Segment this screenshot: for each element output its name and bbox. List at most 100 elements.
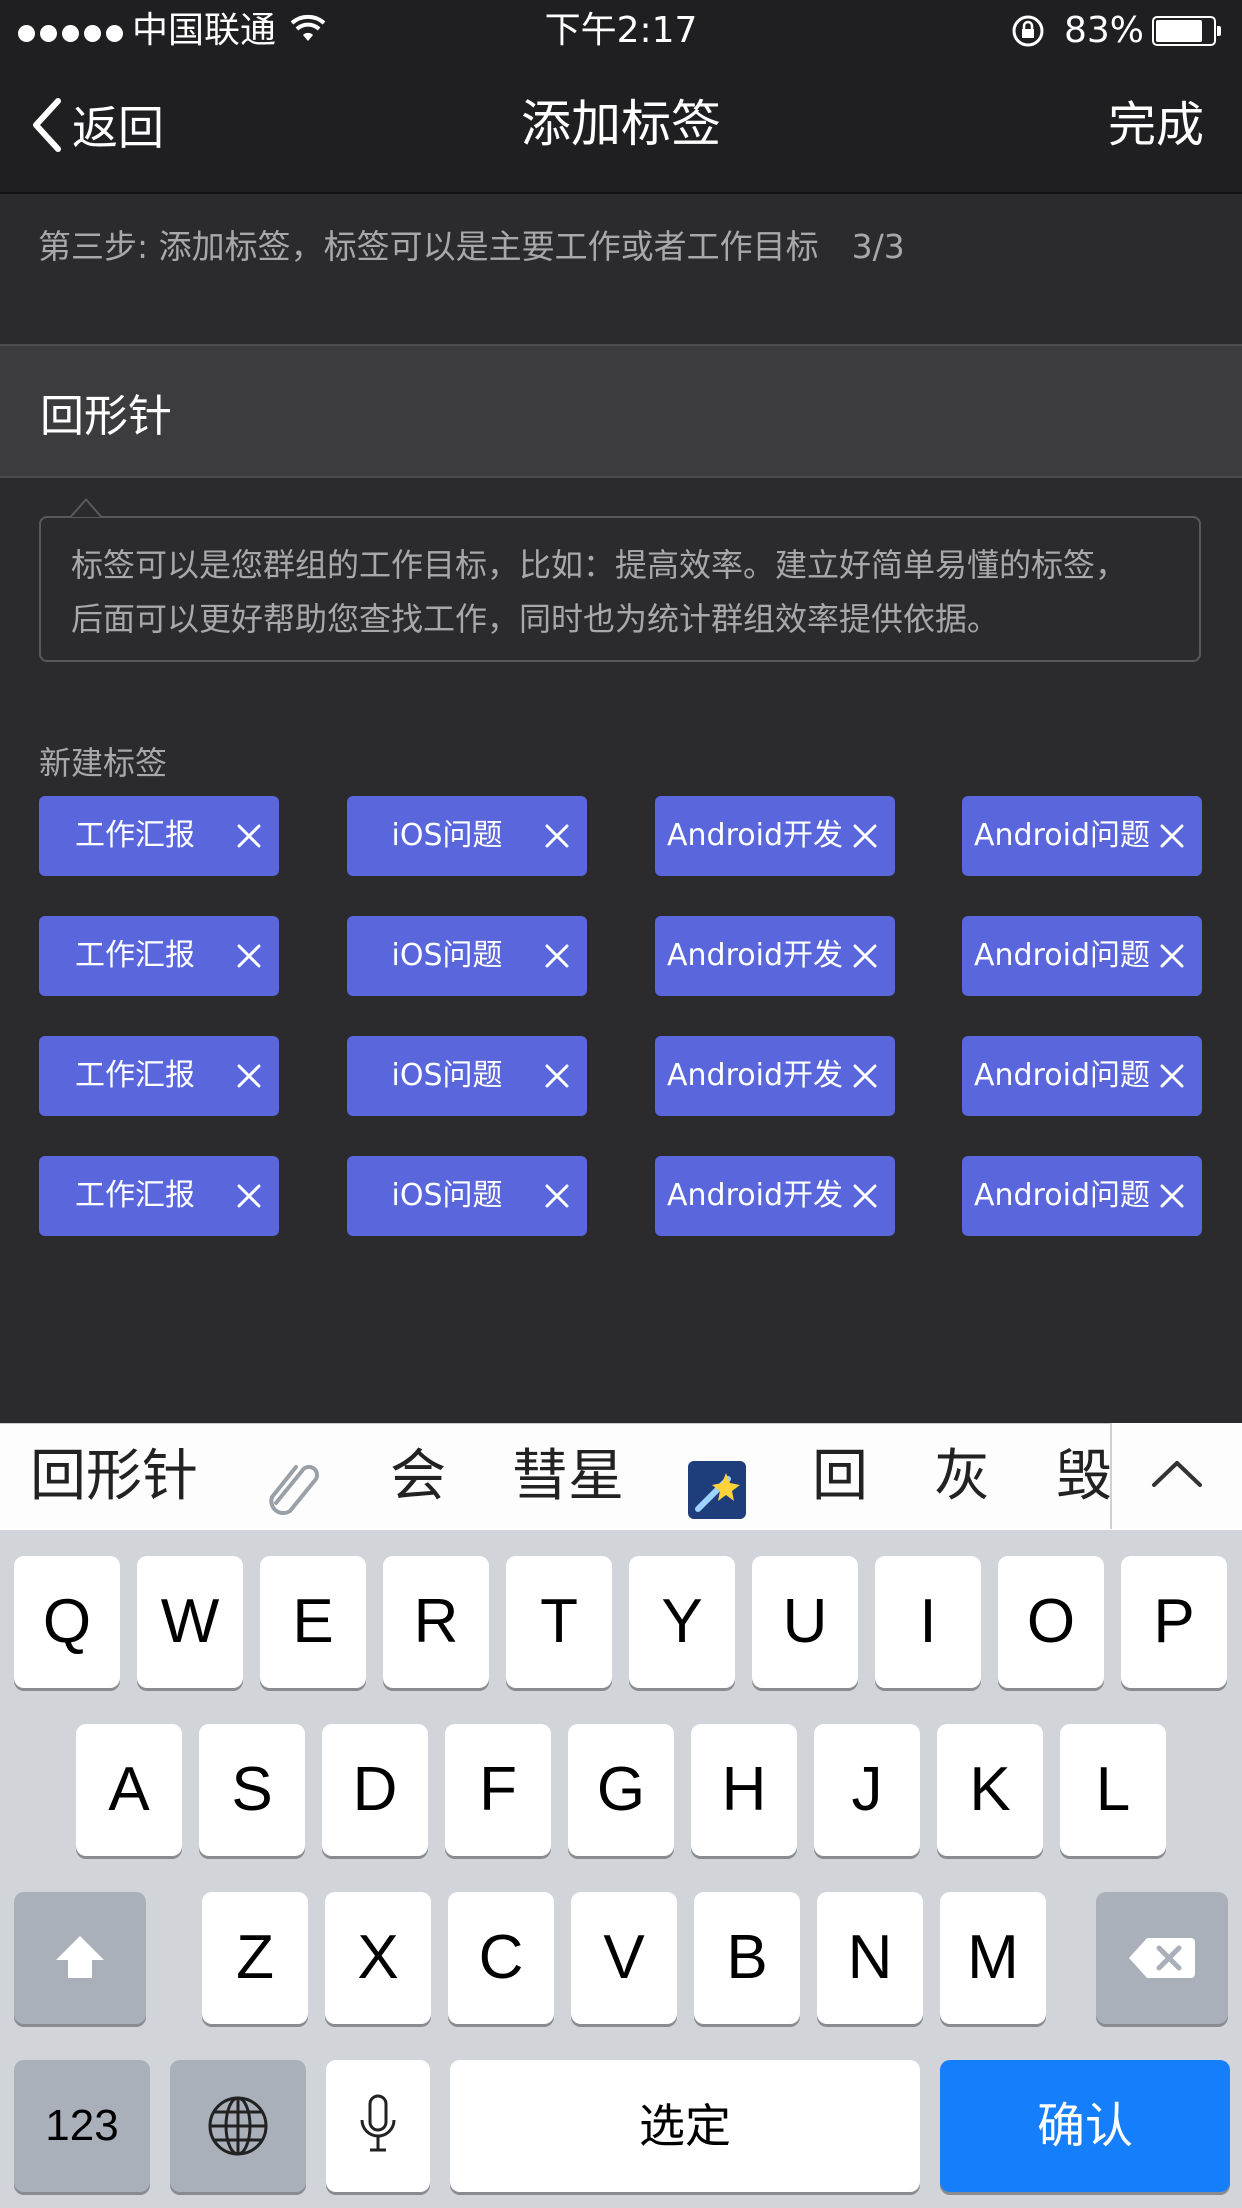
key-f[interactable]: F <box>445 1724 551 1856</box>
globe-key[interactable] <box>170 2060 306 2192</box>
key-d[interactable]: D <box>322 1724 428 1856</box>
key-j[interactable]: J <box>814 1724 920 1856</box>
key-c[interactable]: C <box>448 1892 554 2024</box>
key-q[interactable]: Q <box>14 1556 120 1688</box>
tag-label: Android问题 <box>974 818 1150 853</box>
microphone-key[interactable] <box>326 2060 430 2192</box>
key-h[interactable]: H <box>691 1724 797 1856</box>
tag-chip[interactable]: Android开发 <box>655 796 895 876</box>
tag-chip[interactable]: Android问题 <box>962 1156 1202 1236</box>
tag-chip[interactable]: Android开发 <box>655 1156 895 1236</box>
tag-label: iOS问题 <box>391 1178 503 1213</box>
key-u[interactable]: U <box>752 1556 858 1688</box>
remove-tag-icon[interactable] <box>237 944 261 968</box>
rotation-lock-icon <box>1010 13 1046 53</box>
key-a[interactable]: A <box>76 1724 182 1856</box>
key-n[interactable]: N <box>817 1892 923 2024</box>
tooltip-line-1: 标签可以是您群组的工作目标，比如：提高效率。建立好简单易懂的标签， <box>71 546 1128 584</box>
comet-icon[interactable] <box>688 1448 746 1519</box>
candidate-2[interactable]: 会 <box>390 1424 446 1530</box>
key-m[interactable]: M <box>940 1892 1046 2024</box>
tag-label: Android开发 <box>667 938 843 973</box>
remove-tag-icon[interactable] <box>1160 1184 1184 1208</box>
tag-chip[interactable]: iOS问题 <box>347 916 587 996</box>
remove-tag-icon[interactable] <box>853 1184 877 1208</box>
tag-label: 工作汇报 <box>75 1058 195 1093</box>
back-label: 返回 <box>72 101 164 155</box>
remove-tag-icon[interactable] <box>1160 1064 1184 1088</box>
candidate-1[interactable]: 回形针 <box>30 1424 198 1530</box>
tag-label: 工作汇报 <box>75 1178 195 1213</box>
remove-tag-icon[interactable] <box>853 1064 877 1088</box>
tag-label: Android开发 <box>667 818 843 853</box>
key-l[interactable]: L <box>1060 1724 1166 1856</box>
key-v[interactable]: V <box>571 1892 677 2024</box>
microphone-icon <box>360 2094 396 2152</box>
candidate-6[interactable]: 毁 <box>1056 1424 1110 1530</box>
key-z[interactable]: Z <box>202 1892 308 2024</box>
remove-tag-icon[interactable] <box>545 1184 569 1208</box>
key-y[interactable]: Y <box>629 1556 735 1688</box>
tag-label: 工作汇报 <box>75 818 195 853</box>
tag-chip[interactable]: iOS问题 <box>347 1036 587 1116</box>
tag-chip[interactable]: Android开发 <box>655 1036 895 1116</box>
remove-tag-icon[interactable] <box>1160 824 1184 848</box>
remove-tag-icon[interactable] <box>853 824 877 848</box>
tag-label: Android问题 <box>974 938 1150 973</box>
remove-tag-icon[interactable] <box>237 1184 261 1208</box>
battery-icon <box>1152 16 1222 46</box>
back-button[interactable]: 返回 <box>30 90 164 160</box>
remove-tag-icon[interactable] <box>545 944 569 968</box>
tag-label: Android开发 <box>667 1178 843 1213</box>
key-x[interactable]: X <box>325 1892 431 2024</box>
key-s[interactable]: S <box>199 1724 305 1856</box>
remove-tag-icon[interactable] <box>237 1064 261 1088</box>
paperclip-icon[interactable] <box>262 1446 328 1515</box>
tag-chip[interactable]: Android问题 <box>962 796 1202 876</box>
tag-label: Android开发 <box>667 1058 843 1093</box>
numbers-key[interactable]: 123 <box>14 2060 150 2192</box>
tag-chip[interactable]: Android问题 <box>962 1036 1202 1116</box>
remove-tag-icon[interactable] <box>545 824 569 848</box>
tag-chip[interactable]: 工作汇报 <box>39 1156 279 1236</box>
candidate-4[interactable]: 回 <box>812 1424 868 1530</box>
step-hint: 第三步: 添加标签，标签可以是主要工作或者工作目标 3/3 <box>38 227 905 266</box>
key-e[interactable]: E <box>260 1556 366 1688</box>
key-p[interactable]: P <box>1121 1556 1227 1688</box>
tag-chip[interactable]: 工作汇报 <box>39 1036 279 1116</box>
tag-chip[interactable]: Android问题 <box>962 916 1202 996</box>
done-button[interactable]: 完成 <box>1108 90 1204 160</box>
key-o[interactable]: O <box>998 1556 1104 1688</box>
remove-tag-icon[interactable] <box>853 944 877 968</box>
tag-chip[interactable]: iOS问题 <box>347 1156 587 1236</box>
key-g[interactable]: G <box>568 1724 674 1856</box>
remove-tag-icon[interactable] <box>545 1064 569 1088</box>
shift-key[interactable] <box>14 1892 146 2024</box>
tag-chip[interactable]: Android开发 <box>655 916 895 996</box>
key-r[interactable]: R <box>383 1556 489 1688</box>
tag-label: Android问题 <box>974 1058 1150 1093</box>
space-key[interactable]: 选定 <box>450 2060 920 2192</box>
key-i[interactable]: I <box>875 1556 981 1688</box>
clock: 下午2:17 <box>544 10 698 51</box>
confirm-key[interactable]: 确认 <box>940 2060 1230 2192</box>
key-t[interactable]: T <box>506 1556 612 1688</box>
remove-tag-icon[interactable] <box>237 824 261 848</box>
delete-key[interactable] <box>1096 1892 1228 2024</box>
candidate-3[interactable]: 彗星 <box>512 1424 624 1530</box>
tag-chip[interactable]: 工作汇报 <box>39 916 279 996</box>
tag-chip[interactable]: 工作汇报 <box>39 796 279 876</box>
candidate-5[interactable]: 灰 <box>934 1424 990 1530</box>
expand-candidates-button[interactable] <box>1112 1423 1242 1529</box>
key-w[interactable]: W <box>137 1556 243 1688</box>
key-k[interactable]: K <box>937 1724 1043 1856</box>
remove-tag-icon[interactable] <box>1160 944 1184 968</box>
tooltip-line-2: 后面可以更好帮助您查找工作，同时也为统计群组效率提供依据。 <box>71 600 1000 638</box>
key-b[interactable]: B <box>694 1892 800 2024</box>
ime-candidate-bar: 回形针 会 彗星 回 灰 毁 <box>0 1423 1242 1531</box>
new-tags-label: 新建标签 <box>39 744 168 782</box>
tag-label: iOS问题 <box>391 938 503 973</box>
chevron-up-icon <box>1152 1461 1202 1487</box>
tag-input[interactable] <box>38 346 1202 478</box>
tag-chip[interactable]: iOS问题 <box>347 796 587 876</box>
